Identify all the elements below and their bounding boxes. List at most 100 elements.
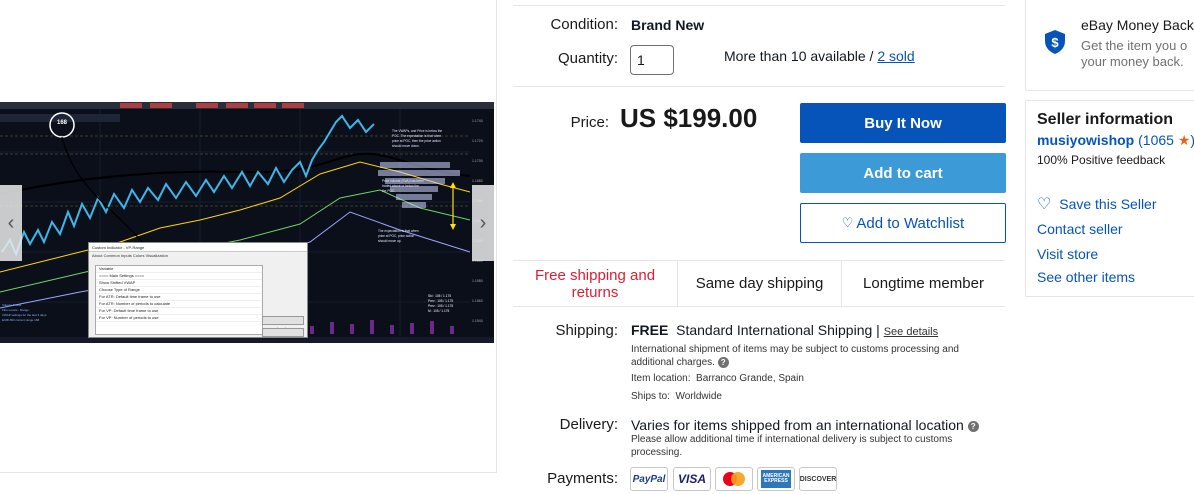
money-back-line1: Get the item you o xyxy=(1081,38,1188,53)
svg-text:should move up.: should move up. xyxy=(378,239,402,243)
positive-feedback: 100% Positive feedback xyxy=(1037,153,1166,167)
shipping-note-text: International shipment of items may be s… xyxy=(631,344,959,368)
quantity-availability: More than 10 available / 2 sold xyxy=(724,48,915,64)
shield-dollar-icon: $ xyxy=(1045,30,1065,54)
svg-text:1.1540: 1.1540 xyxy=(472,319,483,323)
dialog-row: For VP: Number of periods to use xyxy=(96,315,262,322)
svg-text:1.1680: 1.1680 xyxy=(472,179,483,183)
svg-text:POC. The expectation is that w: POC. The expectation is that when xyxy=(392,134,441,138)
svg-text:should move down.: should move down. xyxy=(392,144,420,148)
seller-score-value: 1065 xyxy=(1142,132,1174,148)
svg-text:Volume Profile: Volume Profile xyxy=(2,303,22,307)
paypal-logo: PayPal xyxy=(630,467,668,491)
mastercard-icon xyxy=(723,472,745,486)
dialog-row: For ATR: Number of periods to calculate xyxy=(96,301,262,308)
shipping-note: International shipment of items may be s… xyxy=(631,343,1001,369)
condition-label: Condition: xyxy=(550,16,618,33)
svg-text:1.1700: 1.1700 xyxy=(472,159,483,163)
chevron-left-icon: ‹ xyxy=(7,211,15,234)
svg-text:price at POC, price action: price at POC, price action xyxy=(378,234,415,238)
ships-to: Ships to: Worldwide xyxy=(631,390,722,403)
item-location: Item location: Barranco Grande, Spain xyxy=(631,372,804,385)
divider xyxy=(513,86,1005,87)
item-location-value: Barranco Grande, Spain xyxy=(696,373,804,384)
feature-same-day-shipping: Same day shipping xyxy=(695,275,824,292)
visit-store-link[interactable]: Visit store xyxy=(1037,246,1098,262)
star-icon: ★ xyxy=(1177,132,1191,148)
dialog-row: For ATR: Default time frame to use xyxy=(96,294,262,301)
seller-name-link[interactable]: musiyowishop xyxy=(1037,132,1134,148)
condition-value: Brand New xyxy=(631,17,705,33)
svg-text:price at POC, then the price a: price at POC, then the price action xyxy=(392,139,441,143)
next-image-button[interactable]: › xyxy=(472,185,494,261)
money-back-title: eBay Money Back xyxy=(1081,17,1194,33)
product-image[interactable]: 1.17401.17201.1700 1.16801.16601.1640 1.… xyxy=(0,102,494,343)
amex-icon: AMERICAN EXPRESS xyxy=(761,470,791,488)
annotation-number: 168 xyxy=(57,120,68,126)
help-icon[interactable]: ? xyxy=(717,356,729,368)
seller-heading: Seller information xyxy=(1037,111,1174,128)
see-details-link[interactable]: See details xyxy=(884,326,938,338)
svg-text:Fibo Levels - Range: Fibo Levels - Range xyxy=(2,308,29,312)
svg-text:Prev : 105 / 1.175: Prev : 105 / 1.175 xyxy=(428,304,453,308)
item-location-label: Item location: xyxy=(631,373,691,384)
svg-text:traded above or below the: traded above or below the xyxy=(382,184,419,188)
dialog-row: Show Shifted VWAP xyxy=(96,280,262,287)
watchlist-label: Add to Watchlist xyxy=(856,214,965,232)
feature-free-shipping: Free shipping and returns xyxy=(534,266,656,301)
shipping-method: Standard International Shipping xyxy=(676,322,873,338)
seller-name-row: musiyowishop (1065 ★) xyxy=(1037,132,1194,149)
svg-text:Ski : 105 / 1.175: Ski : 105 / 1.175 xyxy=(428,294,451,298)
svg-text:1.1580: 1.1580 xyxy=(472,279,483,283)
help-icon[interactable]: ? xyxy=(967,420,979,432)
svg-text:Prev : 105 / 1.175: Prev : 105 / 1.175 xyxy=(428,299,453,303)
dialog-list: Variable ==== Main Settings ==== Show Sh… xyxy=(95,265,263,335)
chevron-right-icon: › xyxy=(479,211,487,234)
sold-link[interactable]: 2 sold xyxy=(877,48,914,64)
shipping-label: Shipping: xyxy=(555,322,618,339)
divider xyxy=(513,5,1005,6)
svg-text:EURUSD current range 168: EURUSD current range 168 xyxy=(2,318,40,322)
svg-text:$: $ xyxy=(1051,35,1059,50)
contact-seller-link[interactable]: Contact seller xyxy=(1037,221,1123,237)
quantity-label: Quantity: xyxy=(557,50,618,67)
dialog-row: ==== Main Settings ==== xyxy=(96,273,262,280)
delivery-label: Delivery: xyxy=(559,416,618,433)
feature-longtime-member: Longtime member xyxy=(863,275,984,292)
svg-text:The VWAPs, and Price is below: The VWAPs, and Price is below the xyxy=(392,129,442,133)
delivery-text: Varies for items shipped from an interna… xyxy=(631,417,964,433)
heart-outline-icon: ♡ xyxy=(1037,196,1052,213)
image-gallery: 1.17401.17201.1700 1.16801.16601.1640 1.… xyxy=(0,0,497,473)
dialog-tabs: About Common Inputs Colors Visualization xyxy=(92,253,168,258)
previous-image-button[interactable]: ‹ xyxy=(0,185,22,261)
svg-text:VWAP settings for the last 3 d: VWAP settings for the last 3 days xyxy=(2,313,47,317)
dialog-row: Choose Type of Range xyxy=(96,287,262,294)
payments-label: Payments: xyxy=(547,470,618,487)
dialog-row: Variable xyxy=(96,266,262,273)
heart-icon: ♡ xyxy=(841,215,854,230)
save-seller-link[interactable]: Save this Seller xyxy=(1059,196,1156,212)
dialog-save-label: Save xyxy=(277,338,287,343)
svg-text:1.1740: 1.1740 xyxy=(472,119,483,123)
add-to-cart-button[interactable]: Add to cart xyxy=(800,153,1006,193)
svg-text:M : 105 / 1.175: M : 105 / 1.175 xyxy=(428,309,449,313)
dialog-save-button: Save xyxy=(262,328,304,343)
price-label: Price: xyxy=(570,114,609,131)
svg-text:The expectation is that when: The expectation is that when xyxy=(378,229,419,233)
save-seller-row[interactable]: ♡ Save this Seller xyxy=(1037,194,1157,214)
add-to-watchlist-button[interactable]: ♡ Add to Watchlist xyxy=(800,203,1006,243)
delivery-note: Please allow additional time if internat… xyxy=(631,434,953,458)
svg-text:1.1720: 1.1720 xyxy=(472,139,483,143)
seller-score[interactable]: (1065 ★) xyxy=(1138,132,1194,148)
quantity-input[interactable]: 1 xyxy=(630,45,674,75)
svg-text:1.1560: 1.1560 xyxy=(472,299,483,303)
shipping-summary: FREE Standard International Shipping | S… xyxy=(631,322,939,338)
dialog-title: Custom Indicator - VP-Range xyxy=(89,243,307,252)
buy-it-now-button[interactable]: Buy It Now xyxy=(800,103,1006,143)
see-other-items-link[interactable]: See other items xyxy=(1037,269,1135,285)
mastercard-logo xyxy=(715,467,753,491)
svg-text:Price volume (SVA) has been: Price volume (SVA) has been xyxy=(382,179,424,183)
dialog-row: For VP: Default time frame to use xyxy=(96,308,262,315)
price-value: US $199.00 xyxy=(620,103,758,133)
delivery-summary: Varies for items shipped from an interna… xyxy=(631,417,979,433)
